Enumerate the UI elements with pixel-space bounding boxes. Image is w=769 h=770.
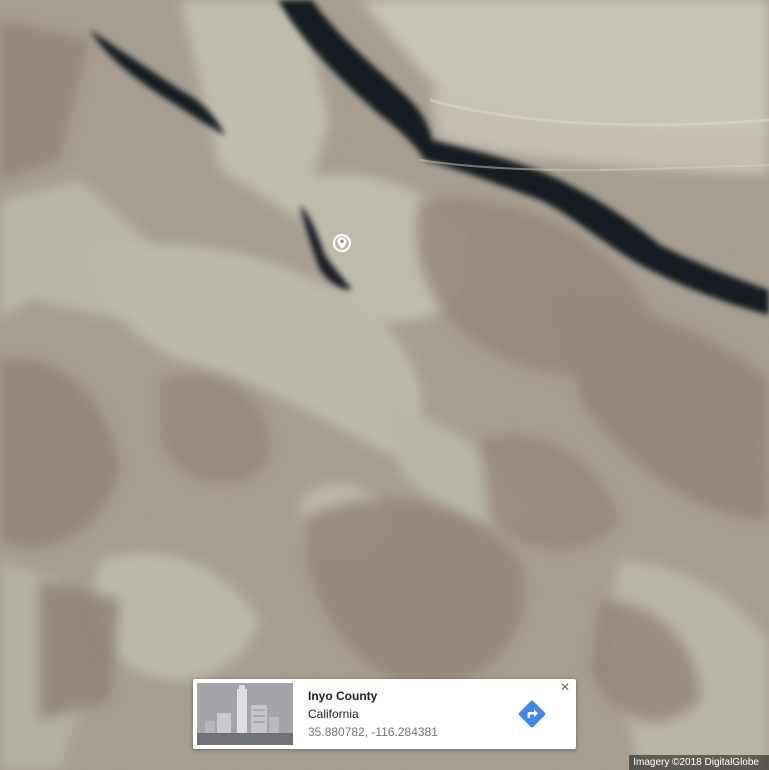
imagery-attribution: Imagery ©2018 DigitalGlobe — [629, 755, 769, 770]
directions-icon — [518, 700, 546, 728]
satellite-map[interactable]: Inyo County California 35.880782, -116.2… — [0, 0, 769, 770]
satellite-imagery — [0, 0, 769, 770]
location-pin-icon[interactable] — [331, 233, 353, 255]
directions-button[interactable] — [517, 699, 547, 729]
place-coordinates: 35.880782, -116.284381 — [308, 725, 438, 739]
place-subtitle: California — [308, 707, 359, 721]
close-button[interactable]: × — [558, 679, 572, 696]
close-icon: × — [560, 679, 570, 696]
place-thumbnail[interactable] — [197, 683, 293, 745]
place-info-card[interactable]: Inyo County California 35.880782, -116.2… — [193, 679, 576, 749]
place-title: Inyo County — [308, 689, 378, 703]
